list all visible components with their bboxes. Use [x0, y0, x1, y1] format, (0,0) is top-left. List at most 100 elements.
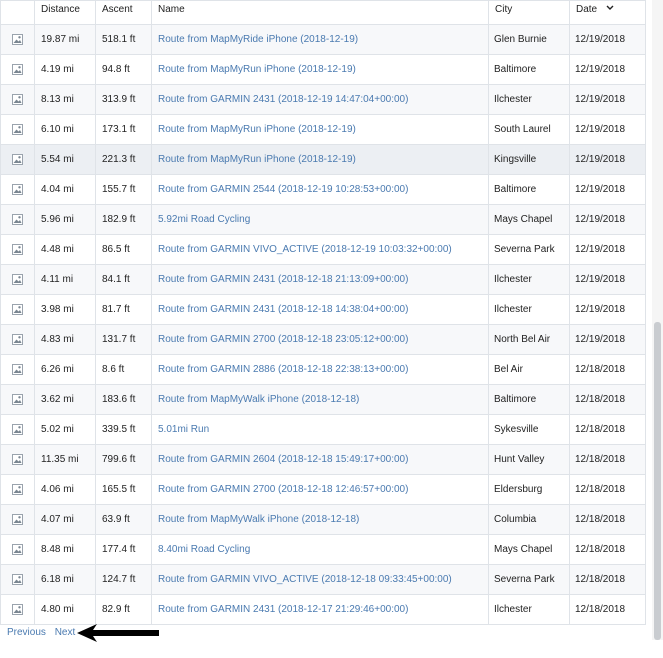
table-row[interactable]: 5.02 mi 339.5 ft 5.01mi Run Sykesville 12/18… [0, 414, 646, 445]
previous-link[interactable]: Previous [7, 627, 46, 638]
ascent-value: 339.5 ft [102, 424, 136, 435]
broken-image-icon[interactable] [12, 93, 23, 105]
date-cell: 12/18/2018 [569, 474, 646, 505]
route-name-link[interactable]: Route from MapMyWalk iPhone (2018-12-18) [158, 394, 359, 405]
name-cell: Route from GARMIN 2431 (2018-12-19 14:47… [151, 84, 489, 115]
route-name-link[interactable]: 5.92mi Road Cycling [158, 214, 250, 225]
table-row[interactable]: 19.87 mi 518.1 ft Route from MapMyRide iPh… [0, 24, 646, 55]
route-name-link[interactable]: Route from MapMyWalk iPhone (2018-12-18) [158, 514, 359, 525]
route-name-link[interactable]: Route from GARMIN 2431 (2018-12-18 21:13… [158, 274, 408, 285]
table-row[interactable]: 4.04 mi 155.7 ft Route from GARMIN 2544 (2… [0, 174, 646, 205]
broken-image-icon[interactable] [12, 333, 23, 345]
route-name-link[interactable]: Route from MapMyRun iPhone (2018-12-19) [158, 64, 356, 75]
ascent-cell: 313.9 ft [95, 84, 152, 115]
broken-image-icon[interactable] [12, 303, 23, 315]
route-name-link[interactable]: Route from MapMyRide iPhone (2018-12-19) [158, 34, 358, 45]
route-name-link[interactable]: Route from GARMIN 2604 (2018-12-18 15:49… [158, 454, 408, 465]
date-value: 12/18/2018 [575, 574, 626, 585]
city-column-header[interactable]: City [488, 0, 570, 25]
broken-image-icon[interactable] [12, 513, 23, 525]
route-name-link[interactable]: Route from GARMIN VIVO_ACTIVE (2018-12-1… [158, 574, 452, 585]
broken-image-icon[interactable] [12, 183, 23, 195]
row-icon-cell [0, 534, 35, 565]
routes-table: Distance Ascent Name City Date 19.87 mi 5… [0, 0, 646, 625]
route-name-link[interactable]: Route from GARMIN 2544 (2018-12-19 10:28… [158, 184, 408, 195]
table-row[interactable]: 3.98 mi 81.7 ft Route from GARMIN 2431 (20… [0, 294, 646, 325]
broken-image-icon[interactable] [12, 393, 23, 405]
table-row[interactable]: 6.26 mi 8.6 ft Route from GARMIN 2886 (201… [0, 354, 646, 385]
route-name-link[interactable]: Route from GARMIN 2700 (2018-12-18 23:05… [158, 334, 408, 345]
distance-cell: 4.06 mi [34, 474, 96, 505]
route-name-link[interactable]: Route from GARMIN 2886 (2018-12-18 22:38… [158, 364, 408, 375]
distance-cell: 4.48 mi [34, 234, 96, 265]
table-row[interactable]: 3.62 mi 183.6 ft Route from MapMyWalk iPho… [0, 384, 646, 415]
ascent-column-header[interactable]: Ascent [95, 0, 152, 25]
distance-value: 11.35 mi [41, 454, 79, 465]
date-value: 12/18/2018 [575, 454, 626, 465]
broken-image-icon[interactable] [12, 243, 23, 255]
table-row[interactable]: 8.13 mi 313.9 ft Route from GARMIN 2431 (2… [0, 84, 646, 115]
date-value: 12/18/2018 [575, 364, 626, 375]
table-row[interactable]: 6.18 mi 124.7 ft Route from GARMIN VIVO_AC… [0, 564, 646, 595]
row-icon-cell [0, 264, 35, 295]
name-cell: 5.92mi Road Cycling [151, 204, 489, 235]
city-cell: North Bel Air [488, 324, 570, 355]
date-value: 12/19/2018 [575, 154, 626, 165]
table-row[interactable]: 4.80 mi 82.9 ft Route from GARMIN 2431 (20… [0, 594, 646, 625]
table-row[interactable]: 6.10 mi 173.1 ft Route from MapMyRun iPhon… [0, 114, 646, 145]
table-row[interactable]: 4.06 mi 165.5 ft Route from GARMIN 2700 (2… [0, 474, 646, 505]
broken-image-icon[interactable] [12, 63, 23, 75]
distance-value: 3.62 mi [41, 394, 74, 405]
broken-image-icon[interactable] [12, 273, 23, 285]
route-name-link[interactable]: Route from GARMIN 2700 (2018-12-18 12:46… [158, 484, 408, 495]
next-link[interactable]: Next [55, 627, 76, 638]
table-row[interactable]: 4.07 mi 63.9 ft Route from MapMyWalk iPhon… [0, 504, 646, 535]
name-cell: 8.40mi Road Cycling [151, 534, 489, 565]
ascent-value: 63.9 ft [102, 514, 130, 525]
route-name-link[interactable]: Route from GARMIN 2431 (2018-12-19 14:47… [158, 94, 408, 105]
city-value: North Bel Air [494, 334, 551, 345]
date-value: 12/18/2018 [575, 394, 626, 405]
distance-column-header[interactable]: Distance [34, 0, 96, 25]
broken-image-icon[interactable] [12, 213, 23, 225]
distance-value: 5.02 mi [41, 424, 74, 435]
ascent-value: 177.4 ft [102, 544, 136, 555]
date-value: 12/19/2018 [575, 94, 626, 105]
route-name-link[interactable]: 5.01mi Run [158, 424, 209, 435]
ascent-value: 86.5 ft [102, 244, 130, 255]
broken-image-icon[interactable] [12, 483, 23, 495]
table-row[interactable]: 5.54 mi 221.3 ft Route from MapMyRun iPhon… [0, 144, 646, 175]
date-column-header[interactable]: Date [569, 0, 646, 25]
ascent-cell: 177.4 ft [95, 534, 152, 565]
broken-image-icon[interactable] [12, 573, 23, 585]
route-name-link[interactable]: Route from GARMIN VIVO_ACTIVE (2018-12-1… [158, 244, 452, 255]
row-icon-cell [0, 114, 35, 145]
left-arrow-icon [75, 622, 161, 647]
table-row[interactable]: 4.48 mi 86.5 ft Route from GARMIN VIVO_ACT… [0, 234, 646, 265]
broken-image-icon[interactable] [12, 123, 23, 135]
broken-image-icon[interactable] [12, 153, 23, 165]
scrollbar-thumb[interactable] [654, 322, 661, 640]
table-row[interactable]: 11.35 mi 799.6 ft Route from GARMIN 2604 (… [0, 444, 646, 475]
broken-image-icon[interactable] [12, 543, 23, 555]
table-row[interactable]: 4.19 mi 94.8 ft Route from MapMyRun iPhone… [0, 54, 646, 85]
route-name-link[interactable]: Route from GARMIN 2431 (2018-12-18 14:38… [158, 304, 408, 315]
table-row[interactable]: 4.11 mi 84.1 ft Route from GARMIN 2431 (20… [0, 264, 646, 295]
distance-value: 3.98 mi [41, 304, 74, 315]
table-row[interactable]: 5.96 mi 182.9 ft 5.92mi Road Cycling Mays C… [0, 204, 646, 235]
broken-image-icon[interactable] [12, 423, 23, 435]
distance-cell: 8.13 mi [34, 84, 96, 115]
route-name-link[interactable]: Route from MapMyRun iPhone (2018-12-19) [158, 124, 356, 135]
broken-image-icon[interactable] [12, 453, 23, 465]
vertical-scrollbar[interactable] [652, 0, 663, 640]
ascent-cell: 86.5 ft [95, 234, 152, 265]
name-column-header[interactable]: Name [151, 0, 489, 25]
broken-image-icon[interactable] [12, 363, 23, 375]
broken-image-icon[interactable] [12, 33, 23, 45]
route-name-link[interactable]: Route from GARMIN 2431 (2018-12-17 21:29… [158, 604, 408, 615]
table-row[interactable]: 4.83 mi 131.7 ft Route from GARMIN 2700 (2… [0, 324, 646, 355]
table-row[interactable]: 8.48 mi 177.4 ft 8.40mi Road Cycling Mays C… [0, 534, 646, 565]
route-name-link[interactable]: 8.40mi Road Cycling [158, 544, 250, 555]
route-name-link[interactable]: Route from MapMyRun iPhone (2018-12-19) [158, 154, 356, 165]
broken-image-icon[interactable] [12, 603, 23, 615]
